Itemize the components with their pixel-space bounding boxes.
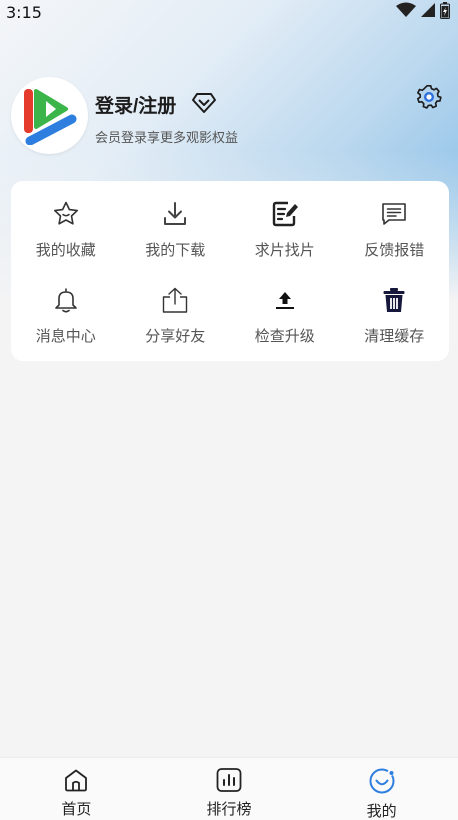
status-bar: 3:15 (0, 0, 458, 24)
profile-header: 登录/注册 会员登录享更多观影权益 (11, 77, 451, 157)
menu-item-share[interactable]: 分享好友 (121, 273, 231, 361)
login-register-link[interactable]: 登录/注册 (95, 91, 176, 118)
menu-item-label: 求片找片 (254, 242, 315, 259)
menu-item-label: 我的收藏 (35, 242, 96, 259)
menu-item-label: 分享好友 (145, 328, 206, 345)
menu-item-feedback[interactable]: 反馈报错 (340, 181, 450, 273)
settings-gear-icon[interactable] (416, 84, 442, 114)
status-icons (396, 1, 450, 23)
menu-item-label: 消息中心 (35, 328, 96, 345)
tab-label: 首页 (61, 801, 92, 818)
menu-item-label: 反馈报错 (364, 242, 425, 259)
menu-item-downloads[interactable]: 我的下载 (121, 181, 231, 273)
menu-item-messages[interactable]: 消息中心 (11, 273, 121, 361)
menu-item-check-update[interactable]: 检查升级 (230, 273, 340, 361)
star-icon (51, 199, 81, 229)
login-subtitle: 会员登录享更多观影权益 (95, 130, 239, 145)
menu-item-label: 检查升级 (254, 328, 315, 345)
menu-grid: 我的收藏 我的下载 求片找片 反馈报错 消息中心 分享好友 检查升级 清理缓存 (11, 181, 449, 361)
edit-note-icon (270, 199, 300, 229)
status-time: 3:15 (6, 2, 42, 22)
download-icon (160, 199, 190, 229)
bell-icon (51, 285, 81, 315)
tab-mine[interactable]: 我的 (305, 758, 458, 820)
tab-label: 排行榜 (206, 801, 252, 818)
app-logo-icon (22, 83, 78, 149)
menu-item-favorites[interactable]: 我的收藏 (11, 181, 121, 273)
vip-diamond-icon (191, 91, 217, 119)
avatar[interactable] (11, 77, 88, 154)
trash-icon (379, 285, 409, 315)
chart-icon (216, 768, 242, 796)
share-icon (160, 285, 190, 315)
menu-item-request-movie[interactable]: 求片找片 (230, 181, 340, 273)
tab-home[interactable]: 首页 (0, 758, 153, 820)
tab-label: 我的 (366, 803, 397, 820)
tab-ranking[interactable]: 排行榜 (153, 758, 306, 820)
upload-icon (270, 285, 300, 315)
menu-item-label: 清理缓存 (364, 328, 425, 345)
wifi-icon (396, 2, 416, 22)
profile-smile-icon (368, 768, 396, 798)
battery-icon (440, 1, 450, 23)
home-icon (63, 768, 89, 796)
menu-card: 我的收藏 我的下载 求片找片 反馈报错 消息中心 分享好友 检查升级 清理缓存 (11, 181, 449, 361)
menu-item-clear-cache[interactable]: 清理缓存 (340, 273, 450, 361)
menu-item-label: 我的下载 (145, 242, 206, 259)
bottom-tab-bar: 首页 排行榜 我的 (0, 757, 458, 820)
signal-icon (420, 2, 436, 22)
message-icon (379, 199, 409, 229)
